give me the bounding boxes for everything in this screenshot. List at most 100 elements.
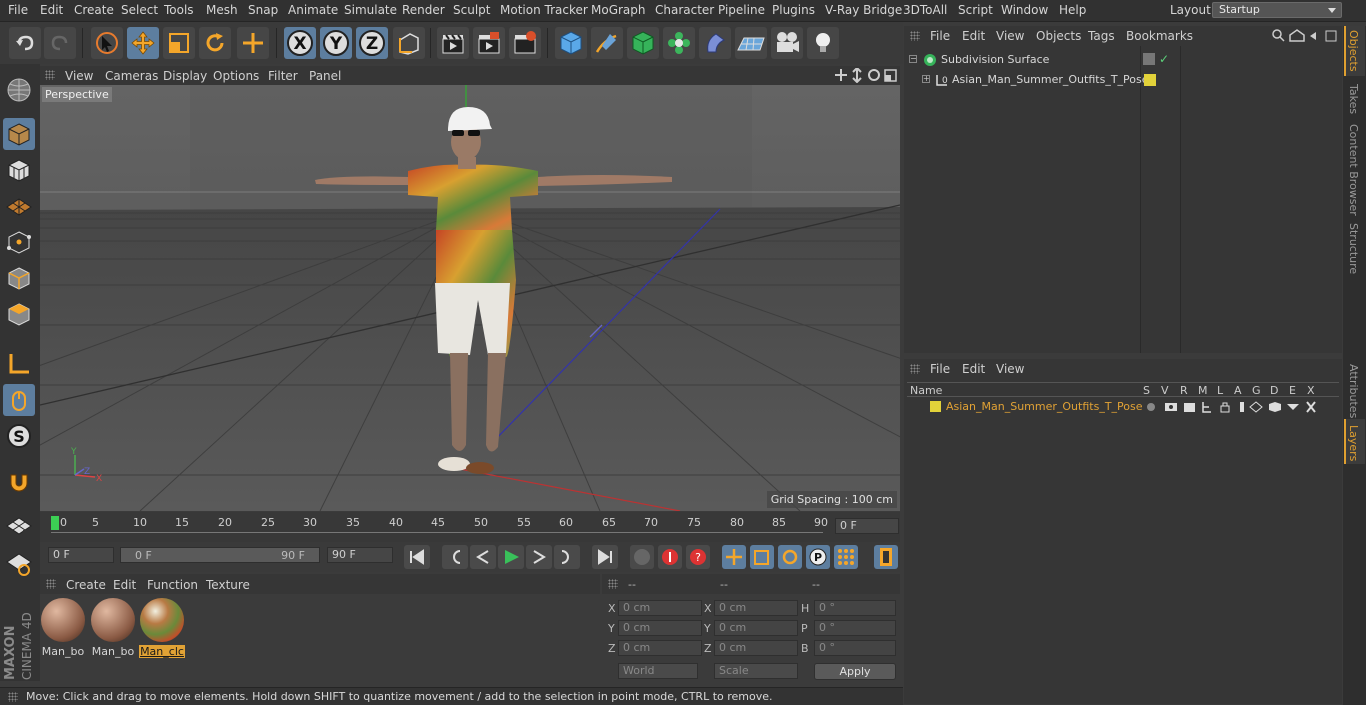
transform-tool-button[interactable] — [237, 27, 269, 59]
tweak-mode-button[interactable] — [3, 384, 35, 416]
pos-x-field[interactable]: 0 cm — [618, 600, 702, 616]
render-settings-button[interactable] — [509, 27, 541, 59]
material-swatch[interactable]: Man_bo — [40, 598, 86, 658]
layer-menu-file[interactable]: File — [930, 362, 950, 376]
deformer-button[interactable] — [699, 27, 731, 59]
menu-character[interactable]: Character — [655, 3, 714, 17]
perspective-viewport[interactable]: Y X Z Perspective Grid Spacing : 100 cm — [40, 85, 900, 511]
menu-motion-tracker[interactable]: Motion Tracker — [500, 3, 588, 17]
size-x-field[interactable]: 0 cm — [714, 600, 798, 616]
frame-range-slider[interactable]: 0 F 90 F — [120, 547, 320, 563]
z-axis-lock-button[interactable]: Z — [356, 27, 388, 59]
viewport-nav-icons[interactable] — [835, 68, 899, 83]
menu-sculpt[interactable]: Sculpt — [453, 3, 490, 17]
coordinate-space-dropdown[interactable]: World — [618, 663, 698, 679]
texture-mode-button[interactable] — [3, 154, 35, 186]
cube-object-button[interactable] — [555, 27, 587, 59]
rot-p-field[interactable]: 0 ° — [814, 620, 896, 636]
viewport-menu-display[interactable]: Display — [163, 69, 207, 83]
viewport-menu-view[interactable]: View — [65, 69, 93, 83]
tab-takes[interactable]: Takes — [1347, 84, 1360, 114]
polygons-mode-button[interactable] — [3, 298, 35, 330]
pos-y-field[interactable]: 0 cm — [618, 620, 702, 636]
layout-dropdown[interactable]: Startup — [1212, 2, 1342, 18]
x-axis-lock-button[interactable]: X — [284, 27, 316, 59]
start-frame-field[interactable]: 0 F — [48, 547, 114, 563]
floor-button[interactable] — [735, 27, 767, 59]
object-menu-file[interactable]: File — [930, 29, 950, 43]
pos-z-field[interactable]: 0 cm — [618, 640, 702, 656]
tab-objects[interactable]: Objects — [1347, 30, 1360, 72]
menu-select[interactable]: Select — [121, 3, 158, 17]
object-menu-edit[interactable]: Edit — [962, 29, 985, 43]
material-menu-texture[interactable]: Texture — [206, 578, 250, 592]
points-mode-button[interactable] — [3, 226, 35, 258]
rot-b-field[interactable]: 0 ° — [814, 640, 896, 656]
material-menu-function[interactable]: Function — [147, 578, 198, 592]
menu-render[interactable]: Render — [402, 3, 445, 17]
menu-script[interactable]: Script — [958, 3, 993, 17]
material-swatch[interactable]: Man_bo — [90, 598, 136, 658]
make-editable-button[interactable] — [3, 74, 35, 106]
rotate-tool-button[interactable] — [199, 27, 231, 59]
menu-help[interactable]: Help — [1059, 3, 1086, 17]
tab-attributes[interactable]: Attributes — [1347, 364, 1360, 418]
menu-mograph[interactable]: MoGraph — [591, 3, 646, 17]
layer-menu-edit[interactable]: Edit — [962, 362, 985, 376]
end-frame-field[interactable]: 90 F — [327, 547, 393, 563]
pen-spline-button[interactable] — [591, 27, 623, 59]
menu-plugins[interactable]: Plugins — [772, 3, 815, 17]
light-button[interactable] — [807, 27, 839, 59]
snapping-button[interactable]: S — [3, 420, 35, 452]
menu-tools[interactable]: Tools — [164, 3, 194, 17]
timeline-ruler[interactable]: 0 5 10 15 20 25 30 35 40 45 50 55 60 65 … — [40, 512, 900, 542]
tab-content-browser[interactable]: Content Browser — [1347, 124, 1360, 216]
scale-tool-button[interactable] — [163, 27, 195, 59]
model-mode-button[interactable] — [3, 118, 35, 150]
enabled-check-icon[interactable]: ✓ — [1159, 52, 1169, 66]
render-to-picture-viewer-button[interactable] — [473, 27, 505, 59]
menu-vray-bridge[interactable]: V-Ray Bridge — [825, 3, 902, 17]
viewport-menu-filter[interactable]: Filter — [268, 69, 298, 83]
size-y-field[interactable]: 0 cm — [714, 620, 798, 636]
viewport-menu-cameras[interactable]: Cameras — [105, 69, 158, 83]
menu-file[interactable]: File — [8, 3, 28, 17]
layer-row[interactable]: Asian_Man_Summer_Outfits_T_Pose — [907, 399, 1339, 415]
workplane-lock-button[interactable] — [3, 510, 35, 542]
layer-color-swatch[interactable] — [1144, 74, 1156, 86]
rot-h-field[interactable]: 0 ° — [814, 600, 896, 616]
menu-pipeline[interactable]: Pipeline — [718, 3, 765, 17]
object-row[interactable]: + 0 Asian_Man_Summer_Outfits_T_Pose — [904, 71, 1149, 89]
object-manager-toolbar-icons[interactable] — [1272, 29, 1340, 43]
size-mode-dropdown[interactable]: Scale — [714, 663, 798, 679]
object-row[interactable]: − Subdivision Surface — [904, 51, 1140, 69]
coordinate-system-button[interactable] — [393, 27, 425, 59]
menu-window[interactable]: Window — [1001, 3, 1048, 17]
viewport-menu-panel[interactable]: Panel — [309, 69, 341, 83]
editor-visibility-toggle[interactable] — [1143, 53, 1155, 65]
edges-mode-button[interactable] — [3, 262, 35, 294]
layer-color-swatch[interactable] — [930, 401, 941, 412]
camera-button[interactable] — [771, 27, 803, 59]
workplane-mode-button[interactable] — [3, 190, 35, 222]
redo-button[interactable] — [44, 27, 76, 59]
object-menu-bookmarks[interactable]: Bookmarks — [1126, 29, 1193, 43]
tab-structure[interactable]: Structure — [1347, 223, 1360, 274]
playhead-marker[interactable] — [51, 516, 59, 530]
undo-button[interactable] — [9, 27, 41, 59]
menu-create[interactable]: Create — [74, 3, 114, 17]
playback-controls[interactable]: ? P — [402, 544, 900, 570]
layer-menu-view[interactable]: View — [996, 362, 1024, 376]
render-view-button[interactable] — [437, 27, 469, 59]
current-frame-field[interactable]: 0 F — [835, 518, 899, 534]
size-z-field[interactable]: 0 cm — [714, 640, 798, 656]
menu-simulate[interactable]: Simulate — [344, 3, 397, 17]
menu-snap[interactable]: Snap — [248, 3, 278, 17]
object-menu-view[interactable]: View — [996, 29, 1024, 43]
viewport-menu-options[interactable]: Options — [213, 69, 259, 83]
menu-mesh[interactable]: Mesh — [206, 3, 238, 17]
locked-workplane-button[interactable] — [3, 548, 35, 580]
menu-animate[interactable]: Animate — [288, 3, 338, 17]
layer-toggle-icons[interactable] — [1145, 400, 1320, 414]
object-menu-tags[interactable]: Tags — [1088, 29, 1115, 43]
